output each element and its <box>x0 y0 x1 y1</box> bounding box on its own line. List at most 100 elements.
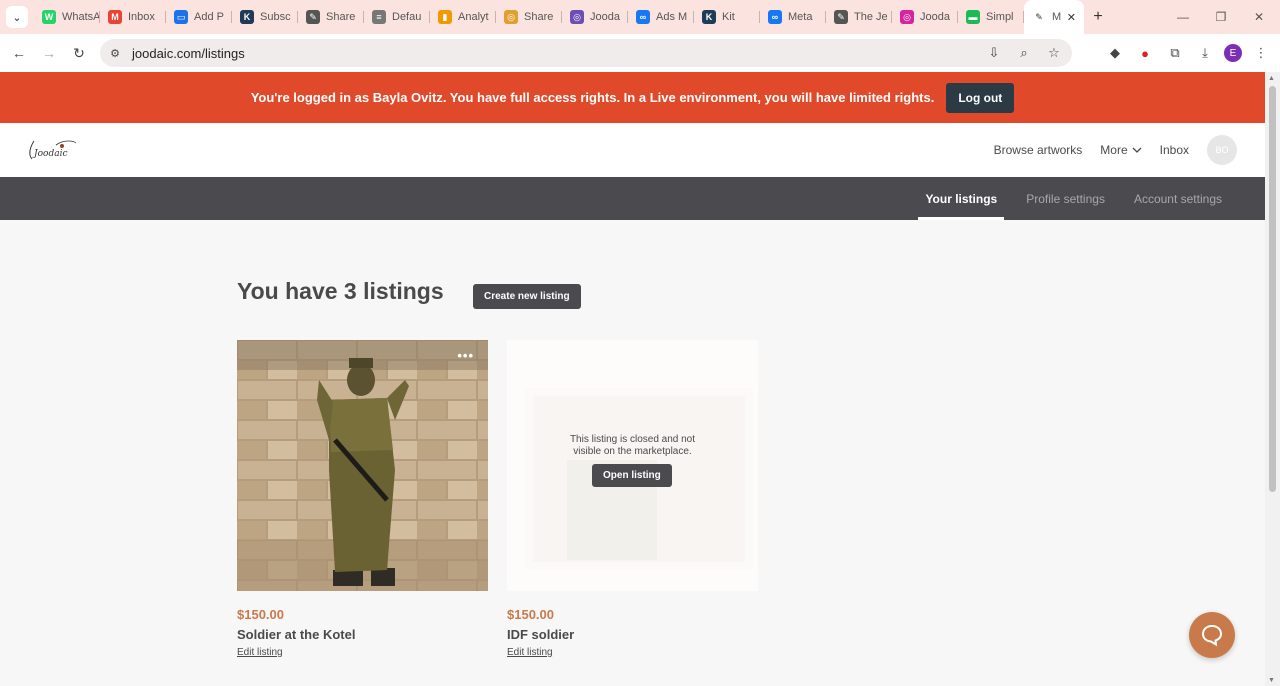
extensions-puzzle-icon[interactable]: ⧉ <box>1164 39 1186 67</box>
edit-listing-link[interactable]: Edit listing <box>507 647 553 658</box>
tab-favicon-icon: ◎ <box>570 10 584 24</box>
site-header: Joodaic Browse artworks More Inbox BO <box>0 123 1265 177</box>
browser-menu-icon[interactable]: ⋮ <box>1250 39 1272 67</box>
browser-tab[interactable]: W WhatsApp <box>34 0 100 34</box>
listing-price: $150.00 <box>507 607 554 622</box>
tab-favicon-icon: K <box>702 10 716 24</box>
url-text[interactable]: joodaic.com/listings <box>132 46 245 61</box>
browser-tab[interactable]: ✎ Share <box>298 0 364 34</box>
extension-icon[interactable]: ◆ <box>1104 39 1126 67</box>
tab-favicon-icon: ◎ <box>504 10 518 24</box>
chevron-down-icon <box>1132 147 1142 153</box>
browser-tab[interactable]: ◎ Share <box>496 0 562 34</box>
browse-artworks-link[interactable]: Browse artworks <box>994 143 1083 157</box>
page-title: You have 3 listings <box>237 278 444 304</box>
tab-favicon-icon: ∞ <box>636 10 650 24</box>
listing-card[interactable]: This listing is closed and not visible o… <box>507 340 758 658</box>
tab-favicon-icon: ◎ <box>900 10 914 24</box>
tab-label: Subsc <box>260 11 291 23</box>
tab-label: Share <box>326 11 356 23</box>
bookmark-star-icon[interactable]: ☆ <box>1044 43 1064 63</box>
open-listing-button[interactable]: Open listing <box>592 464 672 487</box>
access-banner: You're logged in as Bayla Ovitz. You hav… <box>0 72 1265 123</box>
closed-message-line: visible on the marketplace. <box>573 446 692 457</box>
tab-favicon-icon: ▮ <box>438 10 452 24</box>
downloads-icon[interactable]: ⤓ <box>1194 39 1216 67</box>
tab-favicon-icon: ✎ <box>834 10 848 24</box>
extension-red-icon[interactable]: ● <box>1134 39 1156 67</box>
listing-title[interactable]: Soldier at the Kotel <box>237 627 355 642</box>
tab-label: Meta <box>788 11 813 23</box>
create-listing-button[interactable]: Create new listing <box>473 284 581 309</box>
tab-account-settings[interactable]: Account settings <box>1127 177 1229 220</box>
close-window-icon[interactable]: ✕ <box>1240 0 1278 34</box>
listing-menu-icon[interactable]: ••• <box>457 348 474 363</box>
maximize-icon[interactable]: ❐ <box>1202 0 1240 34</box>
browser-tab[interactable]: K Kit <box>694 0 760 34</box>
browser-tab[interactable]: ◎ Jooda <box>562 0 628 34</box>
back-icon[interactable]: ← <box>4 38 34 68</box>
site-info-icon[interactable]: ⚙ <box>108 46 122 60</box>
scrollbar-thumb[interactable] <box>1269 86 1276 492</box>
browser-tab[interactable]: ▮ Analyt <box>430 0 496 34</box>
scroll-down-icon[interactable]: ▼ <box>1268 677 1275 684</box>
browser-tab[interactable]: M Inbox <box>100 0 166 34</box>
browser-tab[interactable]: ≡ Defau <box>364 0 430 34</box>
install-app-icon[interactable]: ⇩ <box>984 43 1004 63</box>
inbox-link[interactable]: Inbox <box>1160 143 1189 157</box>
browser-tab[interactable]: ▭ Add P <box>166 0 232 34</box>
tab-label: Analyt <box>458 11 489 23</box>
tab-favicon-icon: K <box>240 10 254 24</box>
joodaic-logo[interactable]: Joodaic <box>26 137 78 163</box>
user-avatar[interactable]: BO <box>1207 135 1237 165</box>
close-tab-icon[interactable]: ✕ <box>1067 11 1076 24</box>
browser-toolbar: ← → ↻ ⚙ joodaic.com/listings ⇩ ⌕ ☆ ◆ ● ⧉… <box>0 34 1280 72</box>
tab-search-icon[interactable]: ⌄ <box>6 6 28 28</box>
logout-button[interactable]: Log out <box>946 82 1015 113</box>
tab-label: Inbox <box>128 11 155 23</box>
closed-message: This listing is closed and not visible o… <box>507 434 758 458</box>
zoom-icon[interactable]: ⌕ <box>1014 43 1034 63</box>
tab-favicon-icon: W <box>42 10 56 24</box>
tab-your-listings[interactable]: Your listings <box>918 177 1005 220</box>
browser-tab[interactable]: ∞ Meta <box>760 0 826 34</box>
banner-text: You're logged in as Bayla Ovitz. You hav… <box>250 90 935 105</box>
page-viewport: You're logged in as Bayla Ovitz. You hav… <box>0 72 1265 686</box>
chat-icon <box>1201 624 1223 647</box>
tab-profile-settings[interactable]: Profile settings <box>1019 177 1112 220</box>
tab-label: Defau <box>392 11 422 23</box>
tab-label: Kit <box>722 11 735 23</box>
tab-label: M <box>1052 11 1062 23</box>
browser-tab[interactable]: ▬ Simpl <box>958 0 1024 34</box>
help-chat-button[interactable] <box>1189 612 1235 658</box>
tab-label: WhatsApp <box>62 11 100 23</box>
tab-label: Jooda <box>590 11 620 23</box>
new-tab-icon[interactable]: + <box>1084 3 1112 31</box>
listing-title[interactable]: IDF soldier <box>507 627 574 642</box>
page-scrollbar[interactable]: ▲ ▼ <box>1265 72 1280 686</box>
tab-label: Ads M <box>656 11 688 23</box>
tab-label: The Je <box>854 11 888 23</box>
edit-listing-link[interactable]: Edit listing <box>237 647 283 658</box>
forward-icon[interactable]: → <box>34 38 64 68</box>
closed-message-line: This listing is closed and not <box>569 434 696 445</box>
browser-tab[interactable]: ∞ Ads M <box>628 0 694 34</box>
profile-avatar[interactable]: E <box>1224 44 1242 62</box>
more-menu[interactable]: More <box>1100 143 1142 157</box>
address-bar[interactable]: ⚙ joodaic.com/listings ⇩ ⌕ ☆ <box>100 39 1072 67</box>
account-subnav: Your listings Profile settings Account s… <box>0 177 1265 220</box>
browser-tab[interactable]: K Subsc <box>232 0 298 34</box>
browser-tab-bar: ⌄ W WhatsApp M Inbox ▭ Add P K Subsc ✎ Share ≡ Defa… <box>0 0 1280 34</box>
browser-tab[interactable]: ◎ Jooda <box>892 0 958 34</box>
browser-tab[interactable]: ✎ The Je <box>826 0 892 34</box>
listing-image[interactable]: This listing is closed and not visible o… <box>507 340 758 591</box>
minimize-icon[interactable]: — <box>1164 0 1202 34</box>
browser-tab-active[interactable]: ✎ M ✕ <box>1024 0 1084 34</box>
reload-icon[interactable]: ↻ <box>64 38 94 68</box>
listing-price: $150.00 <box>237 607 284 622</box>
tab-label: Simpl <box>986 11 1014 23</box>
tab-label: Jooda <box>920 11 950 23</box>
listing-card[interactable]: ••• $150.00 Soldier at the Kotel Edit li… <box>237 340 488 658</box>
listing-image[interactable]: ••• <box>237 340 488 591</box>
scroll-up-icon[interactable]: ▲ <box>1268 75 1275 82</box>
